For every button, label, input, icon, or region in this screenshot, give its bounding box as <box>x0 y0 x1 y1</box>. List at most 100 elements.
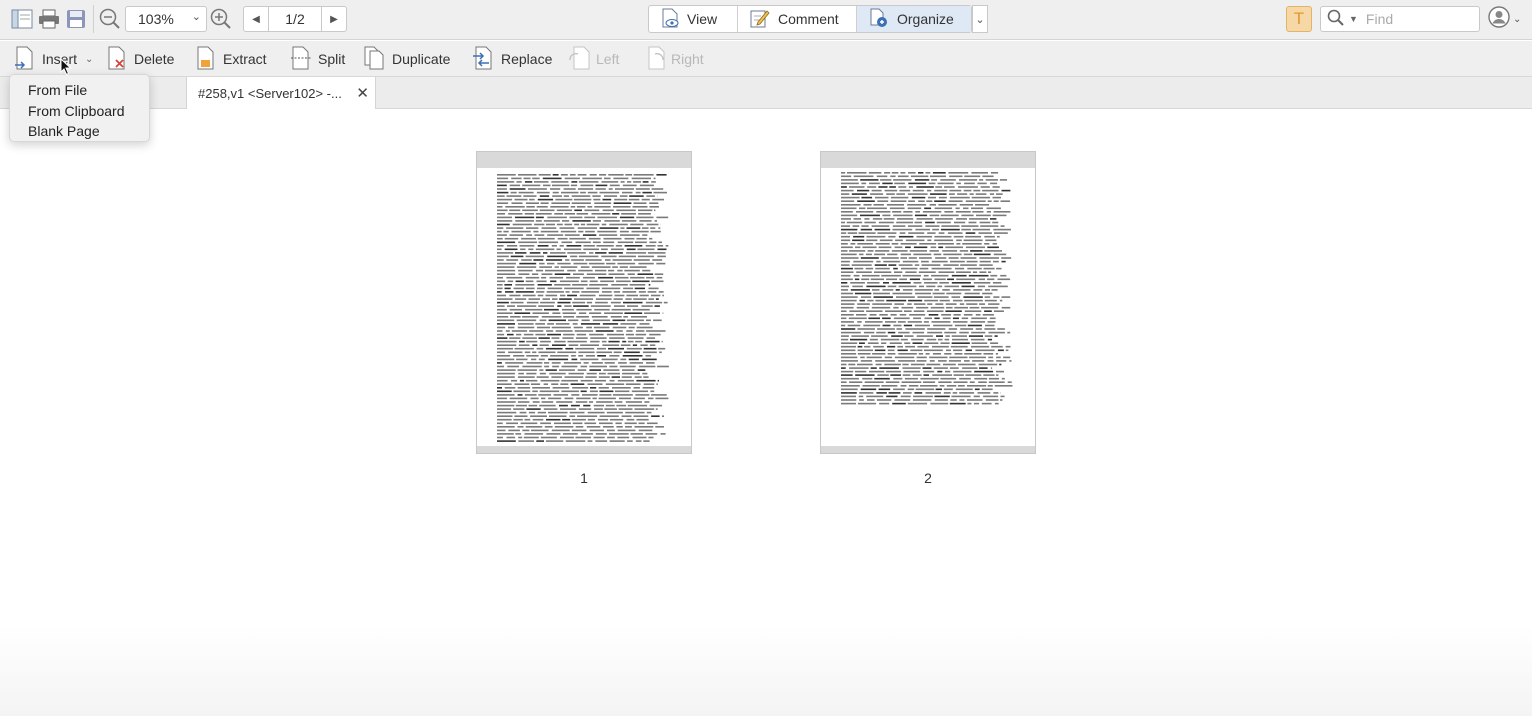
text-line <box>916 360 927 362</box>
zoom-in-icon[interactable] <box>208 6 234 32</box>
text-line <box>553 394 569 396</box>
chevron-down-icon: ⌄ <box>1513 13 1522 25</box>
text-line <box>855 370 867 373</box>
previous-page-button[interactable]: ◀ <box>243 6 269 32</box>
text-line <box>879 314 888 316</box>
text-line <box>841 349 856 352</box>
text-line <box>866 235 886 238</box>
text-line <box>900 395 911 398</box>
zoom-out-icon[interactable] <box>97 6 123 32</box>
text-line <box>898 186 907 188</box>
text-line <box>970 338 985 341</box>
text-line <box>544 426 553 428</box>
text-line <box>994 232 1008 234</box>
text-line <box>873 345 884 348</box>
text-line <box>644 312 660 314</box>
text-line <box>841 310 847 312</box>
text-line <box>923 274 929 277</box>
text-line <box>653 319 662 322</box>
text-line <box>561 308 574 311</box>
page-thumbnail[interactable] <box>820 151 1036 454</box>
text-line <box>561 241 573 244</box>
text-line <box>850 289 870 291</box>
text-tool-button[interactable]: T <box>1286 6 1312 32</box>
split-label: Split <box>318 51 346 67</box>
text-line <box>497 404 515 407</box>
text-line <box>573 305 589 307</box>
text-line <box>541 276 547 279</box>
text-line <box>608 347 624 350</box>
text-line <box>849 250 866 252</box>
page-indicator[interactable]: 1/2 <box>269 6 321 32</box>
text-line <box>871 306 891 309</box>
menu-item-from-clipboard[interactable]: From Clipboard <box>10 101 149 122</box>
rotate-right-button[interactable]: Right <box>643 46 704 72</box>
text-line <box>626 294 638 297</box>
text-line <box>956 278 976 281</box>
text-line <box>643 440 650 442</box>
text-line <box>525 276 540 279</box>
text-line <box>887 353 896 355</box>
organize-mode-button[interactable]: Organize <box>857 6 971 32</box>
text-line <box>504 387 516 389</box>
insert-button[interactable]: Insert ⌄ <box>14 46 93 72</box>
search-options-chevron-icon[interactable]: ▼ <box>1349 14 1358 24</box>
sidebar-toggle-icon[interactable] <box>9 6 35 32</box>
rotate-left-button[interactable]: Left <box>568 46 619 72</box>
text-line <box>858 232 876 234</box>
document-tab[interactable]: #258,v1 <Server102> -... ✕ <box>186 77 376 109</box>
search-field[interactable]: ▼ Find <box>1320 6 1480 32</box>
text-line <box>605 259 611 261</box>
more-modes-button[interactable]: ⌄ <box>972 5 988 33</box>
text-line <box>841 360 858 362</box>
text-line <box>621 220 637 222</box>
text-line <box>908 186 913 188</box>
menu-item-from-file[interactable]: From File <box>10 80 149 101</box>
close-icon[interactable]: ✕ <box>356 84 369 102</box>
text-line <box>949 193 955 195</box>
text-line <box>646 411 652 414</box>
text-line <box>968 221 977 224</box>
text-line <box>622 372 640 375</box>
text-line <box>540 230 559 233</box>
text-line <box>510 191 517 194</box>
text-line <box>613 298 623 300</box>
text-line <box>521 237 537 240</box>
text-line <box>874 271 892 273</box>
text-line <box>497 206 503 208</box>
view-mode-button[interactable]: View <box>649 6 738 32</box>
zoom-select[interactable]: 103% ⌄ <box>125 6 207 32</box>
text-line <box>532 344 538 346</box>
rotate-right-label: Right <box>671 51 704 67</box>
text-line <box>922 278 932 281</box>
comment-mode-button[interactable]: Comment <box>738 6 857 32</box>
text-line <box>930 306 945 309</box>
duplicate-button[interactable]: Duplicate <box>364 46 450 72</box>
page-thumbnail[interactable] <box>476 151 692 454</box>
text-line <box>979 271 987 273</box>
extract-button[interactable]: Extract <box>195 46 267 72</box>
next-page-button[interactable]: ▶ <box>321 6 347 32</box>
text-line <box>537 237 555 240</box>
account-menu[interactable]: ⌄ <box>1488 5 1524 32</box>
text-line <box>569 237 586 240</box>
text-line <box>509 234 523 236</box>
text-line <box>951 335 967 337</box>
text-line <box>572 291 580 293</box>
replace-button[interactable]: Replace <box>471 46 552 72</box>
text-line <box>866 310 883 312</box>
delete-button[interactable]: Delete <box>106 46 174 72</box>
text-line <box>616 209 636 212</box>
text-line <box>849 367 869 369</box>
save-icon[interactable] <box>63 6 89 32</box>
print-icon[interactable] <box>36 6 62 32</box>
split-button[interactable]: Split <box>290 46 345 72</box>
text-line <box>984 243 990 245</box>
text-line <box>497 188 507 190</box>
text-line <box>646 276 655 279</box>
text-line <box>841 324 846 327</box>
menu-item-blank-page[interactable]: Blank Page <box>10 121 149 142</box>
text-line <box>551 376 562 378</box>
text-line <box>857 189 870 192</box>
text-line <box>587 418 595 421</box>
